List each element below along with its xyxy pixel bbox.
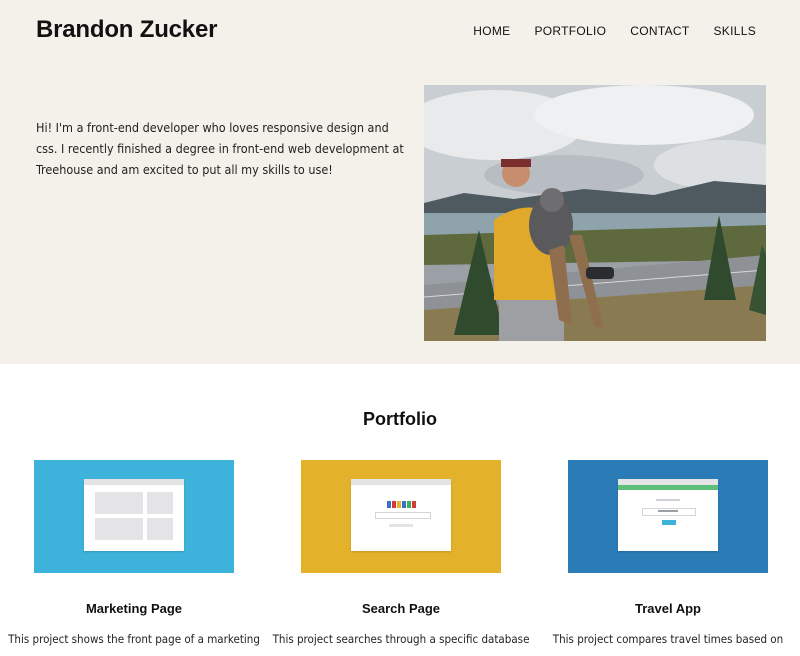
- main-nav: HOME PORTFOLIO CONTACT SKILLS: [473, 24, 756, 38]
- project-thumbnail[interactable]: [568, 460, 768, 573]
- portfolio-heading: Portfolio: [363, 409, 437, 429]
- profile-photo: [424, 85, 766, 341]
- browser-window-icon: [351, 479, 451, 551]
- browser-window-icon: [84, 479, 184, 551]
- hero-section: Brandon Zucker HOME PORTFOLIO CONTACT SK…: [0, 0, 800, 364]
- nav-skills[interactable]: SKILLS: [714, 24, 757, 38]
- browser-window-icon: [618, 479, 718, 551]
- project-title[interactable]: Marketing Page: [0, 601, 274, 616]
- project-title[interactable]: Search Page: [261, 601, 541, 616]
- nav-contact[interactable]: CONTACT: [630, 24, 689, 38]
- project-card-travel[interactable]: Travel App This project compares travel …: [553, 460, 783, 646]
- project-description: This project compares travel times based…: [552, 632, 784, 646]
- project-thumbnail[interactable]: [301, 460, 501, 573]
- nav-home[interactable]: HOME: [473, 24, 510, 38]
- profile-photo-image: [424, 85, 766, 341]
- project-card-search[interactable]: Search Page This project searches throug…: [273, 460, 529, 646]
- intro-text: Hi! I'm a front-end developer who loves …: [36, 120, 404, 177]
- project-title[interactable]: Travel App: [528, 601, 800, 616]
- project-description: This project searches through a specific…: [272, 632, 530, 646]
- project-card-marketing[interactable]: Marketing Page This project shows the fr…: [8, 460, 260, 646]
- nav-portfolio[interactable]: PORTFOLIO: [534, 24, 606, 38]
- project-thumbnail[interactable]: [34, 460, 234, 573]
- project-description: This project shows the front page of a m…: [8, 632, 260, 646]
- site-title[interactable]: Brandon Zucker: [36, 16, 217, 44]
